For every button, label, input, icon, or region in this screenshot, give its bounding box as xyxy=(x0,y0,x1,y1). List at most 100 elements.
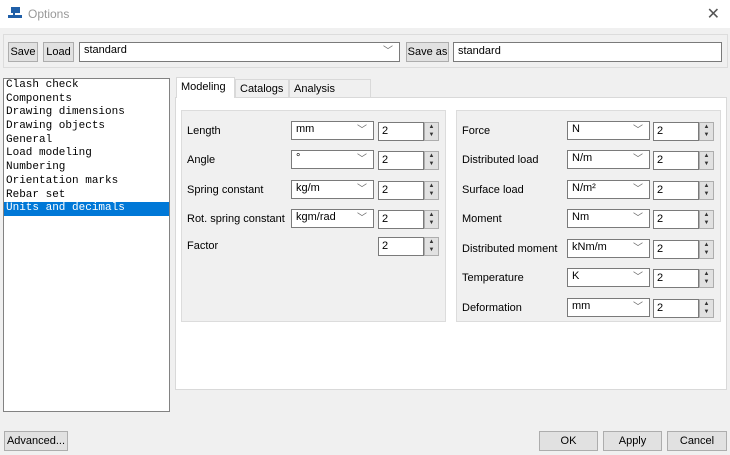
spinner-arrows-icon[interactable]: ▲ ▼ xyxy=(699,210,714,229)
tab-analysis-results[interactable]: Analysis results xyxy=(289,79,371,113)
unit-value: ° xyxy=(296,152,301,164)
decimals-input[interactable]: 2 xyxy=(653,299,699,318)
unit-dropdown[interactable]: mm ﹀ xyxy=(291,121,374,140)
apply-button[interactable]: Apply xyxy=(603,431,662,451)
unit-value: N xyxy=(572,123,580,135)
field-label: Rot. spring constant xyxy=(187,213,285,225)
decimals-input[interactable]: 2 xyxy=(653,210,699,229)
chevron-down-icon: ﹀ xyxy=(383,46,393,57)
unit-dropdown[interactable]: mm ﹀ xyxy=(567,298,650,317)
title-bar: Options ✕ xyxy=(0,0,730,28)
spinner-arrows-icon[interactable]: ▲ ▼ xyxy=(424,181,439,200)
decimals-input[interactable]: 2 xyxy=(378,181,424,200)
spinner-arrows-icon[interactable]: ▲ ▼ xyxy=(699,269,714,288)
spinner-arrows-icon[interactable]: ▲ ▼ xyxy=(424,151,439,170)
unit-dropdown[interactable]: kgm/rad ﹀ xyxy=(291,209,374,228)
unit-dropdown[interactable]: N ﹀ xyxy=(567,121,650,140)
decimals-spinner[interactable]: 2 ▲ ▼ xyxy=(378,122,439,141)
spinner-arrows-icon[interactable]: ▲ ▼ xyxy=(424,122,439,141)
decimals-spinner[interactable]: 2 ▲ ▼ xyxy=(653,210,714,229)
save-button[interactable]: Save xyxy=(8,42,38,62)
window-title: Options xyxy=(28,7,70,21)
spinner-arrows-icon[interactable]: ▲ ▼ xyxy=(699,240,714,259)
category-item[interactable]: Drawing objects xyxy=(4,120,169,134)
category-item[interactable]: Load modeling xyxy=(4,147,169,161)
category-item[interactable]: Components xyxy=(4,93,169,107)
decimals-input[interactable]: 2 xyxy=(378,210,424,229)
save-as-button[interactable]: Save as xyxy=(406,42,449,62)
modeling-units-group-right: Force N ﹀ 2 ▲ ▼ Distributed load N/m ﹀ 2 ▲ ▼ Surface… xyxy=(456,110,721,322)
field-label: Distributed load xyxy=(462,154,539,166)
field-label: Temperature xyxy=(462,272,524,284)
configuration-value: standard xyxy=(84,44,127,56)
app-icon xyxy=(8,7,22,18)
ok-button[interactable]: OK xyxy=(539,431,598,451)
decimals-spinner[interactable]: 2 ▲ ▼ xyxy=(378,237,439,256)
decimals-spinner[interactable]: 2 ▲ ▼ xyxy=(653,181,714,200)
chevron-down-icon: ﹀ xyxy=(357,154,367,165)
unit-value: mm xyxy=(572,300,591,312)
unit-value: N/m² xyxy=(572,182,596,194)
category-list[interactable]: Clash check Components Drawing dimensions D… xyxy=(3,78,170,412)
unit-value: kNm/m xyxy=(572,241,607,253)
unit-value: K xyxy=(572,270,580,282)
chevron-down-icon: ﹀ xyxy=(633,272,643,283)
load-button[interactable]: Load xyxy=(43,42,74,62)
decimals-spinner[interactable]: 2 ▲ ▼ xyxy=(378,181,439,200)
unit-dropdown[interactable]: N/m² ﹀ xyxy=(567,180,650,199)
field-label: Deformation xyxy=(462,302,522,314)
decimals-input[interactable]: 2 xyxy=(653,181,699,200)
spinner-arrows-icon[interactable]: ▲ ▼ xyxy=(699,299,714,318)
decimals-input[interactable]: 2 xyxy=(653,151,699,170)
unit-value: kgm/rad xyxy=(296,211,336,223)
decimals-spinner[interactable]: 2 ▲ ▼ xyxy=(653,299,714,318)
decimals-spinner[interactable]: 2 ▲ ▼ xyxy=(378,151,439,170)
unit-dropdown[interactable]: K ﹀ xyxy=(567,268,650,287)
spinner-arrows-icon[interactable]: ▲ ▼ xyxy=(699,122,714,141)
spinner-arrows-icon[interactable]: ▲ ▼ xyxy=(699,181,714,200)
chevron-down-icon: ﹀ xyxy=(633,184,643,195)
decimals-input[interactable]: 2 xyxy=(378,237,424,256)
spinner-arrows-icon[interactable]: ▲ ▼ xyxy=(699,151,714,170)
unit-dropdown[interactable]: ° ﹀ xyxy=(291,150,374,169)
chevron-down-icon: ﹀ xyxy=(633,213,643,224)
category-item[interactable]: Drawing dimensions xyxy=(4,106,169,120)
decimals-input[interactable]: 2 xyxy=(653,122,699,141)
decimals-spinner[interactable]: 2 ▲ ▼ xyxy=(653,151,714,170)
unit-dropdown[interactable]: Nm ﹀ xyxy=(567,209,650,228)
decimals-input[interactable]: 2 xyxy=(378,151,424,170)
decimals-input[interactable]: 2 xyxy=(653,269,699,288)
cancel-button[interactable]: Cancel xyxy=(667,431,727,451)
decimals-input[interactable]: 2 xyxy=(653,240,699,259)
unit-dropdown[interactable]: N/m ﹀ xyxy=(567,150,650,169)
unit-dropdown[interactable]: kNm/m ﹀ xyxy=(567,239,650,258)
close-icon[interactable]: ✕ xyxy=(707,4,720,24)
tab-panel-modeling: Length mm ﹀ 2 ▲ ▼ Angle ° ﹀ 2 ▲ ▼ Spring constant kg/… xyxy=(175,97,727,390)
configuration-dropdown[interactable]: standard ﹀ xyxy=(79,42,400,62)
field-label: Length xyxy=(187,125,221,137)
tab-catalogs[interactable]: Catalogs xyxy=(235,79,289,98)
decimals-spinner[interactable]: 2 ▲ ▼ xyxy=(378,210,439,229)
category-item[interactable]: Numbering xyxy=(4,161,169,175)
field-label: Spring constant xyxy=(187,184,264,196)
category-item[interactable]: General xyxy=(4,134,169,148)
field-label: Surface load xyxy=(462,184,524,196)
category-item[interactable]: Units and decimals xyxy=(4,202,169,216)
decimals-spinner[interactable]: 2 ▲ ▼ xyxy=(653,122,714,141)
tab-modeling[interactable]: Modeling xyxy=(176,77,235,98)
category-item[interactable]: Clash check xyxy=(4,79,169,93)
spinner-arrows-icon[interactable]: ▲ ▼ xyxy=(424,210,439,229)
advanced-button[interactable]: Advanced... xyxy=(4,431,68,451)
decimals-input[interactable]: 2 xyxy=(378,122,424,141)
spinner-arrows-icon[interactable]: ▲ ▼ xyxy=(424,237,439,256)
field-label: Angle xyxy=(187,154,216,166)
unit-value: mm xyxy=(296,123,315,135)
chevron-down-icon: ﹀ xyxy=(633,302,643,313)
decimals-spinner[interactable]: 2 ▲ ▼ xyxy=(653,240,714,259)
chevron-down-icon: ﹀ xyxy=(357,213,367,224)
category-item[interactable]: Rebar set xyxy=(4,189,169,203)
decimals-spinner[interactable]: 2 ▲ ▼ xyxy=(653,269,714,288)
unit-dropdown[interactable]: kg/m ﹀ xyxy=(291,180,374,199)
save-as-name-input[interactable]: standard xyxy=(453,42,722,62)
category-item[interactable]: Orientation marks xyxy=(4,175,169,189)
